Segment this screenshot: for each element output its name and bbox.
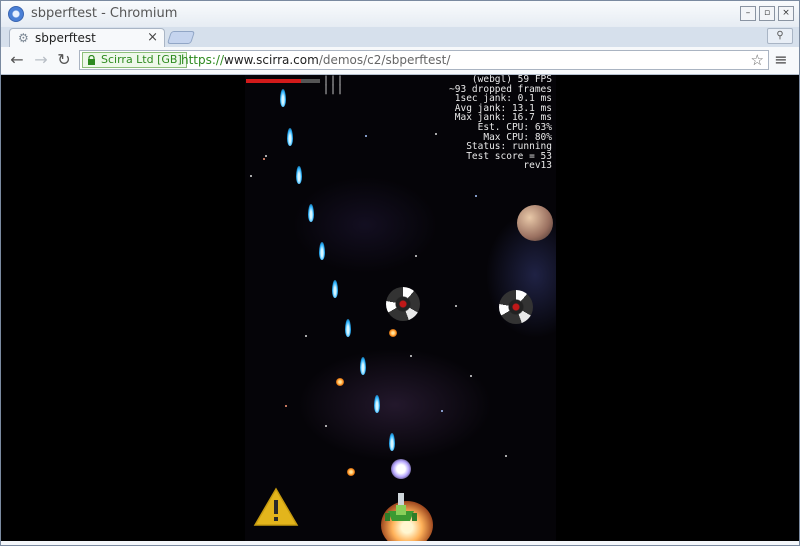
perf-hud: (webgl) 59 FPS ~93 dropped frames 1sec jan… — [449, 75, 552, 171]
player-bullet — [374, 395, 380, 413]
enemy-orb — [389, 329, 397, 337]
bookmark-star-icon[interactable]: ☆ — [751, 51, 764, 69]
player-bullet — [345, 319, 351, 337]
star — [505, 455, 507, 457]
star — [455, 305, 457, 307]
restore-button[interactable]: ▫ — [759, 6, 775, 21]
star — [415, 255, 417, 257]
health-bar-fill — [246, 79, 301, 83]
window-title: sbperftest - Chromium — [31, 6, 178, 21]
enemy-orb — [336, 378, 344, 386]
game-canvas[interactable]: ||| ||| (webgl) 59 FPS ~93 dropped frames… — [245, 75, 556, 541]
warning-icon[interactable] — [253, 487, 299, 527]
health-bar — [246, 79, 320, 83]
new-tab-button[interactable] — [166, 31, 196, 44]
hud-line: rev13 — [523, 160, 552, 172]
lock-icon — [88, 55, 95, 65]
tab-title: sbperftest — [35, 31, 96, 45]
address-bar[interactable]: Scirra Ltd [GB] https://www.scirra.com/d… — [79, 50, 769, 70]
toolbar: ← → ↻ Scirra Ltd [GB] https://www.scirra… — [1, 47, 799, 75]
player-bullet — [389, 433, 395, 451]
star — [365, 135, 367, 137]
ev-label: Scirra Ltd [GB] — [101, 53, 182, 66]
star — [263, 158, 265, 160]
star — [305, 335, 307, 337]
planet — [517, 205, 553, 241]
muzzle-flash — [391, 459, 411, 479]
enemy-orb — [347, 468, 355, 476]
profile-icon[interactable]: ⚲ — [767, 28, 793, 44]
tab-sbperftest[interactable]: ⚙ sbperftest × — [9, 28, 165, 48]
player-bullet — [296, 166, 302, 184]
url-host: www.scirra.com — [224, 53, 319, 67]
player-ship — [385, 493, 417, 521]
url-text[interactable]: https://www.scirra.com/demos/c2/sbperfte… — [181, 53, 450, 68]
player-bullet — [287, 128, 293, 146]
forward-button[interactable]: → — [31, 50, 51, 70]
star — [285, 405, 287, 407]
player-bullet — [280, 89, 286, 107]
gear-favicon-icon: ⚙ — [18, 31, 29, 45]
back-button[interactable]: ← — [7, 50, 27, 70]
star — [435, 133, 437, 135]
player-bullet — [308, 204, 314, 222]
chrome-menu-button[interactable]: ≡ — [771, 50, 791, 70]
ev-certificate-badge[interactable]: Scirra Ltd [GB] — [82, 52, 187, 68]
tab-close-button[interactable]: × — [147, 30, 158, 45]
star — [441, 410, 443, 412]
tab-strip: ⚙ sbperftest × ⚲ — [1, 27, 799, 48]
browser-window: sbperftest - Chromium – ▫ × ⚙ sbperftest… — [0, 0, 800, 546]
player-bullet — [319, 242, 325, 260]
chromium-logo-icon — [8, 6, 24, 22]
enemy-ship — [386, 287, 420, 321]
url-path: /demos/c2/sbperftest/ — [318, 53, 451, 67]
window-bottom-border — [1, 541, 799, 545]
star — [325, 425, 327, 427]
minimize-button[interactable]: – — [740, 6, 756, 21]
enemy-ship — [499, 290, 533, 324]
lives-indicator: ||| ||| — [323, 75, 345, 95]
close-window-button[interactable]: × — [778, 6, 794, 21]
star — [265, 155, 267, 157]
star — [470, 375, 472, 377]
star — [410, 355, 412, 357]
player-bullet — [360, 357, 366, 375]
reload-button[interactable]: ↻ — [54, 50, 74, 70]
player-bullet — [332, 280, 338, 298]
star — [475, 195, 477, 197]
url-scheme: https:// — [181, 53, 225, 67]
page-viewport: ||| ||| (webgl) 59 FPS ~93 dropped frames… — [1, 75, 799, 541]
title-bar[interactable]: sbperftest - Chromium – ▫ × — [1, 1, 799, 28]
star — [250, 175, 252, 177]
